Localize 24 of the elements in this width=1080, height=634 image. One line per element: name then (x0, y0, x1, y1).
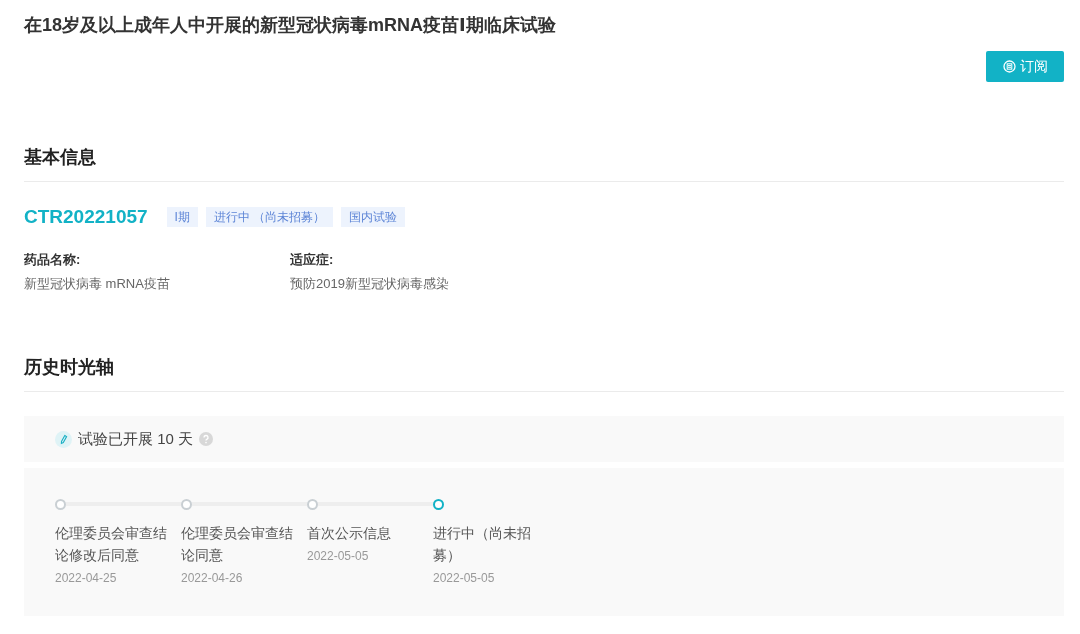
field-value: 新型冠状病毒 mRNA疫苗 (24, 275, 171, 293)
field-label: 适应症: (290, 251, 335, 269)
status-tag: 进行中 （尚未招募） (205, 207, 334, 227)
step-label: 进行中（尚未招募） (433, 524, 532, 565)
trial-id: CTR20221057 (24, 206, 148, 228)
status-tag: I期 (166, 207, 198, 227)
step-label: 伦理委员会审查结论同意 (181, 524, 294, 565)
step-date: 2022-05-05 (307, 549, 370, 563)
subscribe-icon (1002, 60, 1016, 73)
duration-text: 试验已开展 10 天 (78, 429, 194, 449)
step-date: 2022-04-25 (55, 571, 118, 585)
field-value: 预防2019新型冠状病毒感染 (290, 275, 450, 293)
step-label: 伦理委员会审查结论修改后同意 (55, 524, 168, 565)
step-date: 2022-04-26 (181, 571, 244, 585)
help-icon[interactable] (199, 432, 214, 446)
subscribe-button[interactable]: 订阅 (986, 51, 1064, 82)
step-label: 首次公示信息 (307, 524, 392, 543)
status-tag: 国内试验 (341, 207, 406, 227)
section-heading: 历史时光轴 (24, 354, 1064, 392)
step-date: 2022-05-05 (433, 571, 496, 585)
section-heading: 基本信息 (24, 144, 1064, 182)
page-title: 在18岁及以上成年人中开展的新型冠状病毒mRNA疫苗Ⅰ期临床试验 (24, 14, 557, 37)
pencil-icon (55, 430, 72, 448)
field-label: 药品名称: (24, 251, 82, 269)
